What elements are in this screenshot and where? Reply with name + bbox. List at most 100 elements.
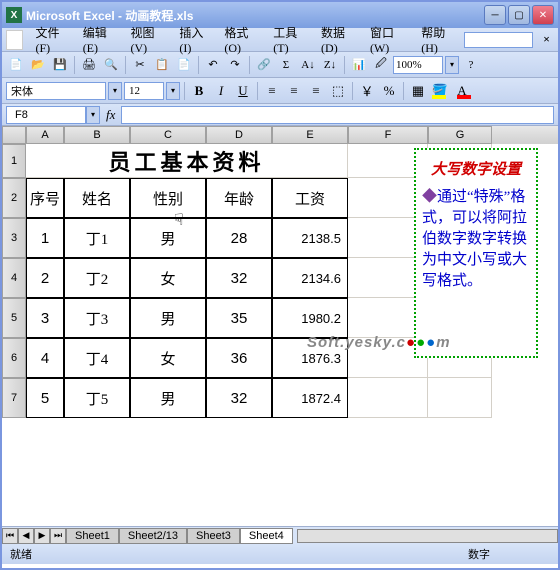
row-header-7[interactable]: 7 [2,378,26,418]
menu-data[interactable]: 数据(D) [315,22,362,58]
preview-icon[interactable]: 🔍 [101,55,121,75]
underline-button[interactable]: U [233,81,253,101]
cell-D7[interactable]: 32 [206,378,272,418]
cell-C2[interactable]: 性别 [130,178,206,218]
name-box[interactable]: F8 [6,106,86,124]
cell-F7[interactable] [348,378,428,418]
sheet-tab-2[interactable]: Sheet2/13 [119,528,187,544]
align-right-button[interactable]: ≡ [306,81,326,101]
paste-icon[interactable]: 📄 [174,55,194,75]
zoom-dropdown[interactable]: ▾ [445,56,459,74]
cell-B7[interactable]: 丁5 [64,378,130,418]
cell-E4[interactable]: 2134.6 [272,258,348,298]
font-size-input[interactable]: 12 [124,82,164,100]
sheet-tab-4[interactable]: Sheet4 [240,528,293,544]
merge-button[interactable]: ⬚ [328,81,348,101]
sort-desc-icon[interactable]: Z↓ [320,55,340,75]
col-header-D[interactable]: D [206,126,272,144]
chart-icon[interactable]: 📊 [349,55,369,75]
app-menu-icon[interactable] [6,30,23,50]
sum-icon[interactable]: Σ [276,55,296,75]
borders-button[interactable]: ▦ [408,81,428,101]
horizontal-scrollbar[interactable] [297,529,558,543]
redo-icon[interactable]: ↷ [225,55,245,75]
row-header-1[interactable]: 1 [2,144,26,178]
cell-C7[interactable]: 男 [130,378,206,418]
cell-B5[interactable]: 丁3 [64,298,130,338]
row-header-4[interactable]: 4 [2,258,26,298]
col-header-E[interactable]: E [272,126,348,144]
cut-icon[interactable]: ✂ [130,55,150,75]
drawing-icon[interactable]: 🖉 [371,55,391,75]
open-icon[interactable]: 📂 [28,55,48,75]
cell-D2[interactable]: 年龄 [206,178,272,218]
row-header-5[interactable]: 5 [2,298,26,338]
col-header-G[interactable]: G [428,126,492,144]
menu-edit[interactable]: 编辑(E) [77,22,123,58]
cell-C5[interactable]: 男 [130,298,206,338]
menu-window[interactable]: 窗口(W) [364,22,413,58]
zoom-input[interactable]: 100% [393,56,443,74]
bold-button[interactable]: B [189,81,209,101]
cell-D3[interactable]: 28 [206,218,272,258]
menu-insert[interactable]: 插入(I) [173,22,216,58]
cell-A6[interactable]: 4 [26,338,64,378]
close-button[interactable]: ✕ [532,5,554,25]
print-icon[interactable]: 🖨 [79,55,99,75]
cell-D4[interactable]: 32 [206,258,272,298]
title-cell[interactable]: 员工基本资料 [26,144,348,178]
cell-D5[interactable]: 35 [206,298,272,338]
cell-E7[interactable]: 1872.4 [272,378,348,418]
help-search-input[interactable] [464,32,533,48]
link-icon[interactable]: 🔗 [254,55,274,75]
col-header-C[interactable]: C [130,126,206,144]
menu-tools[interactable]: 工具(T) [267,22,313,58]
cell-E3[interactable]: 2138.5 [272,218,348,258]
menu-format[interactable]: 格式(O) [218,22,265,58]
sheet-tab-3[interactable]: Sheet3 [187,528,240,544]
cell-D6[interactable]: 36 [206,338,272,378]
cell-B3[interactable]: 丁1 [64,218,130,258]
tab-nav-first[interactable]: ⏮ [2,528,18,544]
cell-C4[interactable]: 女 [130,258,206,298]
font-name-input[interactable]: 宋体 [6,82,106,100]
help-icon[interactable]: ? [461,55,481,75]
select-all-corner[interactable] [2,126,26,144]
cell-E2[interactable]: 工资 [272,178,348,218]
cell-C6[interactable]: 女 [130,338,206,378]
cell-A7[interactable]: 5 [26,378,64,418]
fx-icon[interactable]: fx [106,107,115,123]
tab-nav-last[interactable]: ⏭ [50,528,66,544]
cell-A3[interactable]: 1 [26,218,64,258]
cell-B6[interactable]: 丁4 [64,338,130,378]
font-color-button[interactable]: A [452,81,472,101]
col-header-B[interactable]: B [64,126,130,144]
tab-nav-prev[interactable]: ◀ [18,528,34,544]
align-center-button[interactable]: ≡ [284,81,304,101]
cell-E5[interactable]: 1980.2 [272,298,348,338]
undo-icon[interactable]: ↶ [203,55,223,75]
percent-button[interactable]: % [379,81,399,101]
row-header-2[interactable]: 2 [2,178,26,218]
cell-B4[interactable]: 丁2 [64,258,130,298]
new-icon[interactable]: 📄 [6,55,26,75]
currency-button[interactable]: ￥ [357,81,377,101]
cell-A4[interactable]: 2 [26,258,64,298]
italic-button[interactable]: I [211,81,231,101]
cell-C3[interactable]: 男 [130,218,206,258]
fill-color-button[interactable]: 🪣 [430,81,450,101]
name-box-dropdown[interactable]: ▾ [86,106,100,124]
row-header-6[interactable]: 6 [2,338,26,378]
cell-B2[interactable]: 姓名 [64,178,130,218]
cell-G7[interactable] [428,378,492,418]
cell-A5[interactable]: 3 [26,298,64,338]
maximize-button[interactable]: ▢ [508,5,530,25]
save-icon[interactable]: 💾 [50,55,70,75]
copy-icon[interactable]: 📋 [152,55,172,75]
col-header-A[interactable]: A [26,126,64,144]
worksheet-grid[interactable]: ABCDEFG 1234567 员工基本资料序号姓名性别年龄工资1丁1男2821… [2,126,558,526]
cell-A2[interactable]: 序号 [26,178,64,218]
col-header-F[interactable]: F [348,126,428,144]
menu-view[interactable]: 视图(V) [124,22,171,58]
font-size-dropdown[interactable]: ▾ [166,82,180,100]
